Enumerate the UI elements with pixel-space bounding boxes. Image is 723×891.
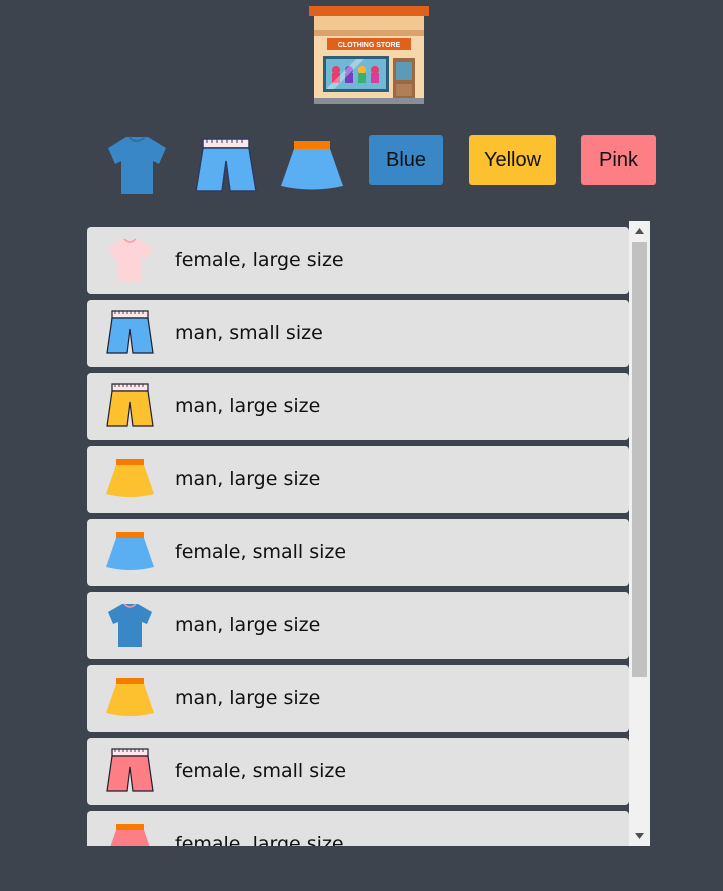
pants-filter-icon[interactable] xyxy=(194,137,258,195)
product-label: man, small size xyxy=(175,322,323,344)
product-list-item[interactable]: female, large size xyxy=(87,811,629,846)
pink-filter-button[interactable]: Pink xyxy=(581,135,656,185)
scroll-down-arrow-icon[interactable] xyxy=(629,826,650,846)
product-list: female, large size man, small size man, la… xyxy=(87,221,650,846)
product-label: female, large size xyxy=(175,249,344,271)
tshirt-filter-icon[interactable] xyxy=(104,134,170,196)
scrollbar-thumb[interactable] xyxy=(632,242,647,677)
pants-icon xyxy=(106,383,154,427)
pants-icon xyxy=(106,748,154,792)
skirt-icon xyxy=(106,678,154,716)
skirt-icon xyxy=(106,532,154,570)
pants-icon xyxy=(106,310,154,354)
product-label: female, large size xyxy=(175,833,344,846)
product-label: man, large size xyxy=(175,395,321,417)
product-list-item[interactable]: female, small size xyxy=(87,738,629,805)
clothing-store-logo: CLOTHING STORE xyxy=(309,6,429,104)
scrollbar[interactable] xyxy=(629,221,650,846)
store-sign-text: CLOTHING STORE xyxy=(338,42,401,49)
skirt-icon xyxy=(110,824,150,846)
product-list-item[interactable]: man, large size xyxy=(87,665,629,732)
product-label: female, small size xyxy=(175,541,347,563)
product-label: female, small size xyxy=(175,760,347,782)
product-list-item[interactable]: man, small size xyxy=(87,300,629,367)
product-label: man, large size xyxy=(175,468,321,490)
skirt-filter-icon[interactable] xyxy=(280,139,344,191)
product-list-item[interactable]: female, small size xyxy=(87,519,629,586)
scroll-up-arrow-icon[interactable] xyxy=(629,221,650,241)
tshirt-icon xyxy=(108,603,152,647)
product-list-item[interactable]: female, large size xyxy=(87,227,629,294)
product-list-item[interactable]: man, large size xyxy=(87,373,629,440)
product-label: man, large size xyxy=(175,614,321,636)
tshirt-icon xyxy=(108,238,152,282)
product-list-item[interactable]: man, large size xyxy=(87,446,629,513)
product-label: man, large size xyxy=(175,687,321,709)
product-list-item[interactable]: man, large size xyxy=(87,592,629,659)
yellow-filter-button[interactable]: Yellow xyxy=(469,135,556,185)
blue-filter-button[interactable]: Blue xyxy=(369,135,443,185)
skirt-icon xyxy=(106,459,154,497)
